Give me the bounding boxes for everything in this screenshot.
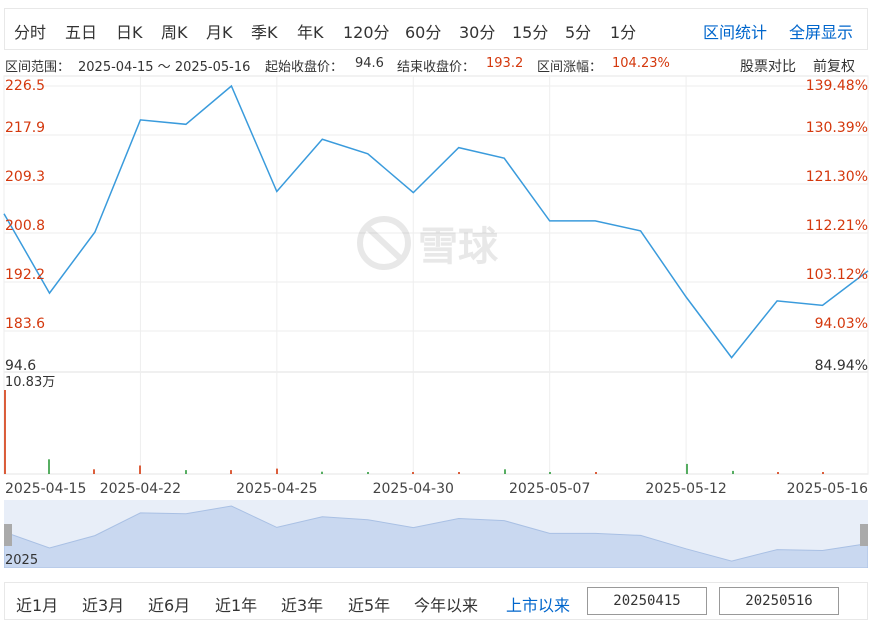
volume-bar — [412, 472, 414, 474]
watermark-text: 雪球 — [418, 224, 499, 270]
volume-bar — [48, 459, 50, 474]
x-tick-label: 2025-04-22 — [100, 481, 181, 497]
y-tick-right: 121.30% — [806, 169, 868, 185]
x-tick-label: 2025-05-07 — [509, 481, 590, 497]
volume-bar — [230, 470, 232, 474]
y-tick-left: 217.9 — [5, 120, 45, 136]
price-line — [3, 84, 869, 359]
volume-bar — [777, 472, 779, 474]
range-3y[interactable]: 近3年 — [281, 592, 323, 616]
y-tick-right: 103.12% — [806, 267, 868, 283]
y-tick-right: 139.48% — [806, 78, 868, 94]
volume-bar — [139, 465, 141, 474]
volume-bar — [276, 468, 278, 474]
volume-bar — [686, 463, 688, 474]
date-from-input[interactable]: 20250415 — [587, 587, 707, 615]
y-tick-right: 94.03% — [815, 316, 868, 332]
y-tick-right: 130.39% — [806, 120, 868, 136]
range-navigator[interactable]: 2025 — [4, 500, 868, 568]
volume-bar — [458, 472, 460, 474]
volume-bar — [185, 470, 187, 474]
price-chart[interactable]: 雪球 226.5 217.9 209.3 200.8 192.2 183.6 94.6 13… — [0, 0, 874, 500]
date-to-input[interactable]: 20250516 — [719, 587, 839, 615]
x-tick-label: 2025-04-30 — [373, 481, 454, 497]
volume-bar — [549, 472, 551, 474]
watermark: 雪球 — [357, 216, 499, 270]
x-tick-label: 2025-05-16 — [787, 481, 868, 497]
volume-bar — [504, 469, 506, 474]
x-tick-label: 2025-05-12 — [645, 481, 726, 497]
volume-bar — [321, 471, 323, 474]
volume-bar — [595, 472, 597, 474]
y-tick-left: 94.6 — [5, 358, 36, 374]
range-ytd[interactable]: 今年以来 — [414, 592, 478, 616]
navigator-left-handle[interactable] — [4, 524, 12, 546]
y-tick-left: 209.3 — [5, 169, 45, 185]
x-tick-label: 2025-04-25 — [236, 481, 317, 497]
range-3m[interactable]: 近3月 — [82, 592, 124, 616]
range-1y[interactable]: 近1年 — [215, 592, 257, 616]
volume-bar — [4, 390, 6, 474]
volume-bar — [367, 472, 369, 474]
range-1m[interactable]: 近1月 — [16, 592, 58, 616]
y-tick-right: 84.94% — [815, 358, 868, 374]
volume-bar — [822, 472, 824, 474]
y-tick-left: 200.8 — [5, 218, 45, 234]
navigator-area — [4, 505, 868, 568]
y-tick-right: 112.21% — [806, 218, 868, 234]
y-tick-left: 192.2 — [5, 267, 45, 283]
volume-max-label: 10.83万 — [5, 375, 55, 390]
range-selector: 近1月 近3月 近6月 近1年 近3年 近5年 今年以来 上市以来 202504… — [4, 582, 868, 620]
navigator-right-handle[interactable] — [860, 524, 868, 546]
range-5y[interactable]: 近5年 — [348, 592, 390, 616]
y-tick-left: 226.5 — [5, 78, 45, 94]
y-tick-left: 183.6 — [5, 316, 45, 332]
volume-bar — [732, 470, 734, 474]
navigator-year-label: 2025 — [5, 553, 39, 568]
range-since-listing[interactable]: 上市以来 — [506, 592, 570, 616]
volume-bar — [93, 469, 95, 474]
range-6m[interactable]: 近6月 — [148, 592, 190, 616]
x-tick-label: 2025-04-15 — [5, 481, 86, 497]
